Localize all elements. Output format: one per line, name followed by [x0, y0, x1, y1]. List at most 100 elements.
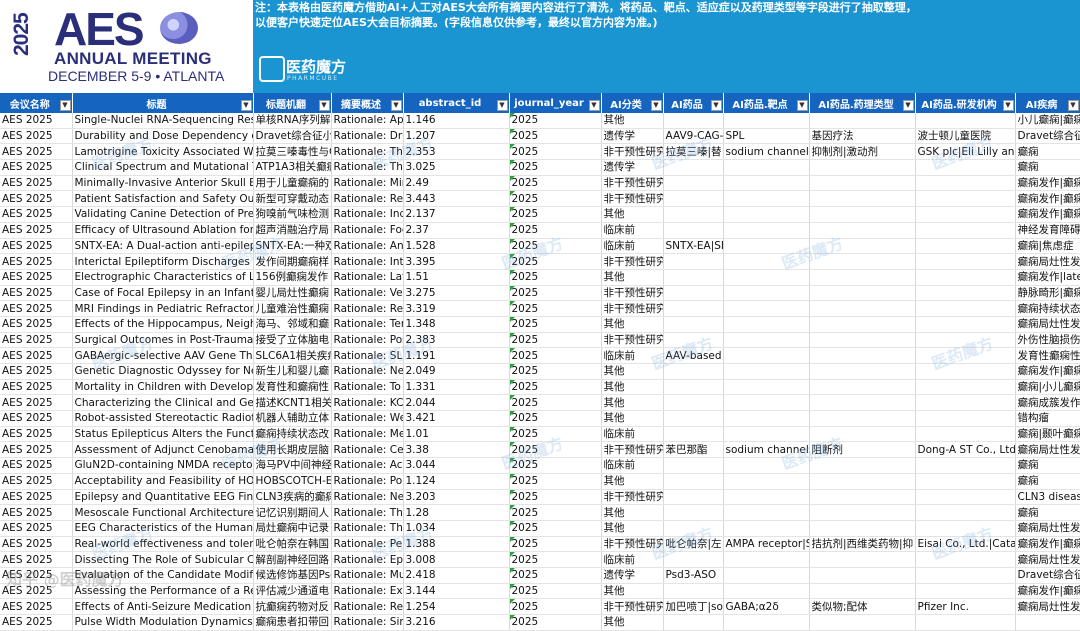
table-cell[interactable]: 非干预性研究	[601, 190, 664, 208]
table-cell[interactable]	[663, 394, 724, 412]
table-cell[interactable]: Acceptability and Feasibility of HOB	[72, 473, 254, 490]
table-cell[interactable]	[809, 551, 916, 568]
table-cell[interactable]: AES 2025	[0, 363, 73, 380]
table-cell[interactable]	[723, 410, 810, 427]
table-cell[interactable]	[809, 316, 916, 333]
table-cell[interactable]: 2.383	[403, 332, 510, 349]
table-cell[interactable]: 癫痫患者扣带回	[253, 614, 332, 631]
table-cell[interactable]: Patient Satisfaction and Safety Outc	[72, 190, 254, 208]
table-cell[interactable]	[809, 614, 916, 631]
table-cell[interactable]: Psd3-ASO	[663, 567, 724, 584]
table-cell[interactable]: AES 2025	[0, 410, 73, 427]
table-cell[interactable]: 癫痫发作|癫痫	[1015, 363, 1080, 380]
table-cell[interactable]	[915, 206, 1016, 223]
column-header[interactable]: AI药品.研发机构 ▼	[915, 93, 1016, 113]
table-cell[interactable]: 2025	[509, 269, 602, 286]
table-cell[interactable]: 发育性癫痫性	[1015, 347, 1080, 364]
table-cell[interactable]: AES 2025	[0, 394, 73, 412]
table-cell[interactable]: AES 2025	[0, 222, 73, 239]
table-cell[interactable]: 2025	[509, 426, 602, 443]
table-cell[interactable]: 发育性和癫痫性	[253, 379, 332, 396]
table-cell[interactable]: Characterizing the Clinical and Gene	[72, 394, 254, 412]
table-cell[interactable]: 3.144	[403, 583, 510, 600]
table-cell[interactable]: 1.01	[403, 426, 510, 443]
table-cell[interactable]: Rationale: Ext	[331, 583, 404, 600]
column-header[interactable]: AI疾病 ▼	[1015, 93, 1080, 113]
table-cell[interactable]: 3.38	[403, 441, 510, 459]
column-header[interactable]: 标题 ▼	[72, 93, 254, 113]
table-cell[interactable]: 1.28	[403, 504, 510, 521]
table-cell[interactable]: 2025	[509, 504, 602, 521]
table-cell[interactable]: Epilepsy and Quantitative EEG Findi	[72, 489, 254, 506]
table-cell[interactable]: Rationale: Mut	[331, 567, 404, 584]
table-cell[interactable]: 癫痫局灶性发作	[1015, 316, 1080, 333]
table-cell[interactable]: 2025	[509, 583, 602, 600]
table-cell[interactable]: 其他	[601, 269, 664, 286]
table-cell[interactable]: Rationale: Vei	[331, 285, 404, 302]
table-cell[interactable]: Rationale: KCN	[331, 394, 404, 412]
table-cell[interactable]	[663, 285, 724, 302]
table-row[interactable]: AES 2025 Real-world effectiveness and tol…	[0, 536, 1080, 553]
table-cell[interactable]	[809, 113, 916, 129]
table-row[interactable]: AES 2025 Dissecting The Role of Subicular…	[0, 551, 1080, 568]
table-cell[interactable]	[663, 489, 724, 506]
table-cell[interactable]	[915, 489, 1016, 506]
table-cell[interactable]: AES 2025	[0, 238, 73, 255]
table-cell[interactable]	[723, 394, 810, 412]
table-cell[interactable]: Rationale: To	[331, 379, 404, 396]
table-cell[interactable]: 非干预性研究	[601, 285, 664, 302]
table-cell[interactable]: CLN3疾病的癫痫	[253, 489, 332, 506]
filter-dropdown-icon[interactable]: ▼	[496, 100, 508, 111]
table-cell[interactable]: 2025	[509, 410, 602, 427]
table-cell[interactable]: 非干预性研究	[601, 536, 664, 553]
table-cell[interactable]: 癫痫|颞叶癫痫	[1015, 426, 1080, 443]
table-row[interactable]: AES 2025 Robot-assisted Stereotactic Radi…	[0, 410, 1080, 427]
table-cell[interactable]	[663, 332, 724, 349]
table-cell[interactable]: 其他	[601, 583, 664, 600]
table-row[interactable]: AES 2025 Pulse Width Modulation Dynamics …	[0, 614, 1080, 631]
table-row[interactable]: AES 2025 Epilepsy and Quantitative EEG Fi…	[0, 489, 1080, 506]
column-header[interactable]: 标题机翻 ▼	[253, 93, 332, 113]
table-cell[interactable]: 3.025	[403, 159, 510, 176]
table-cell[interactable]: 机器人辅助立体	[253, 410, 332, 427]
column-header[interactable]: 摘要概述 ▼	[331, 93, 404, 113]
table-cell[interactable]: 2025	[509, 332, 602, 349]
table-cell[interactable]	[723, 520, 810, 537]
table-cell[interactable]: AMPA receptor|S	[723, 536, 810, 553]
table-cell[interactable]: 非干预性研究	[601, 598, 664, 615]
table-cell[interactable]: 3.319	[403, 300, 510, 317]
table-cell[interactable]: 3.203	[403, 489, 510, 506]
table-row[interactable]: AES 2025 SNTX-EA: A Dual-action anti-epil…	[0, 238, 1080, 255]
table-cell[interactable]: 临床前	[601, 457, 664, 474]
table-cell[interactable]: 2.49	[403, 175, 510, 192]
table-cell[interactable]: GABA;α2δ	[723, 598, 810, 615]
table-cell[interactable]: 2025	[509, 394, 602, 412]
table-cell[interactable]: SPL	[723, 128, 810, 145]
table-cell[interactable]: Effects of the Hippocampus, Neighb	[72, 316, 254, 333]
table-cell[interactable]: 抗癫痫药物对反	[253, 598, 332, 615]
table-cell[interactable]	[809, 190, 916, 208]
table-cell[interactable]	[915, 332, 1016, 349]
table-cell[interactable]: Rationale: Ant	[331, 238, 404, 255]
table-cell[interactable]	[723, 159, 810, 176]
table-cell[interactable]: Pfizer Inc.	[915, 598, 1016, 615]
table-cell[interactable]: EEG Characteristics of the Human C	[72, 520, 254, 537]
table-cell[interactable]	[723, 363, 810, 380]
table-cell[interactable]	[723, 583, 810, 600]
table-cell[interactable]: 其他	[601, 473, 664, 490]
table-cell[interactable]: 2025	[509, 175, 602, 192]
table-cell[interactable]: AES 2025	[0, 426, 73, 443]
table-cell[interactable]: 基因疗法	[809, 128, 916, 145]
table-cell[interactable]	[915, 190, 1016, 208]
table-cell[interactable]	[663, 504, 724, 521]
table-cell[interactable]: 2025	[509, 190, 602, 208]
table-cell[interactable]	[663, 253, 724, 270]
table-cell[interactable]: AES 2025	[0, 175, 73, 192]
table-cell[interactable]: Rationale: Neo	[331, 363, 404, 380]
table-cell[interactable]: Rationale: Per	[331, 536, 404, 553]
table-cell[interactable]	[663, 113, 724, 129]
table-cell[interactable]: Status Epilepticus Alters the Functi	[72, 426, 254, 443]
table-cell[interactable]: 2025	[509, 614, 602, 631]
table-cell[interactable]: 2.37	[403, 222, 510, 239]
filter-dropdown-icon[interactable]: ▼	[59, 100, 71, 111]
